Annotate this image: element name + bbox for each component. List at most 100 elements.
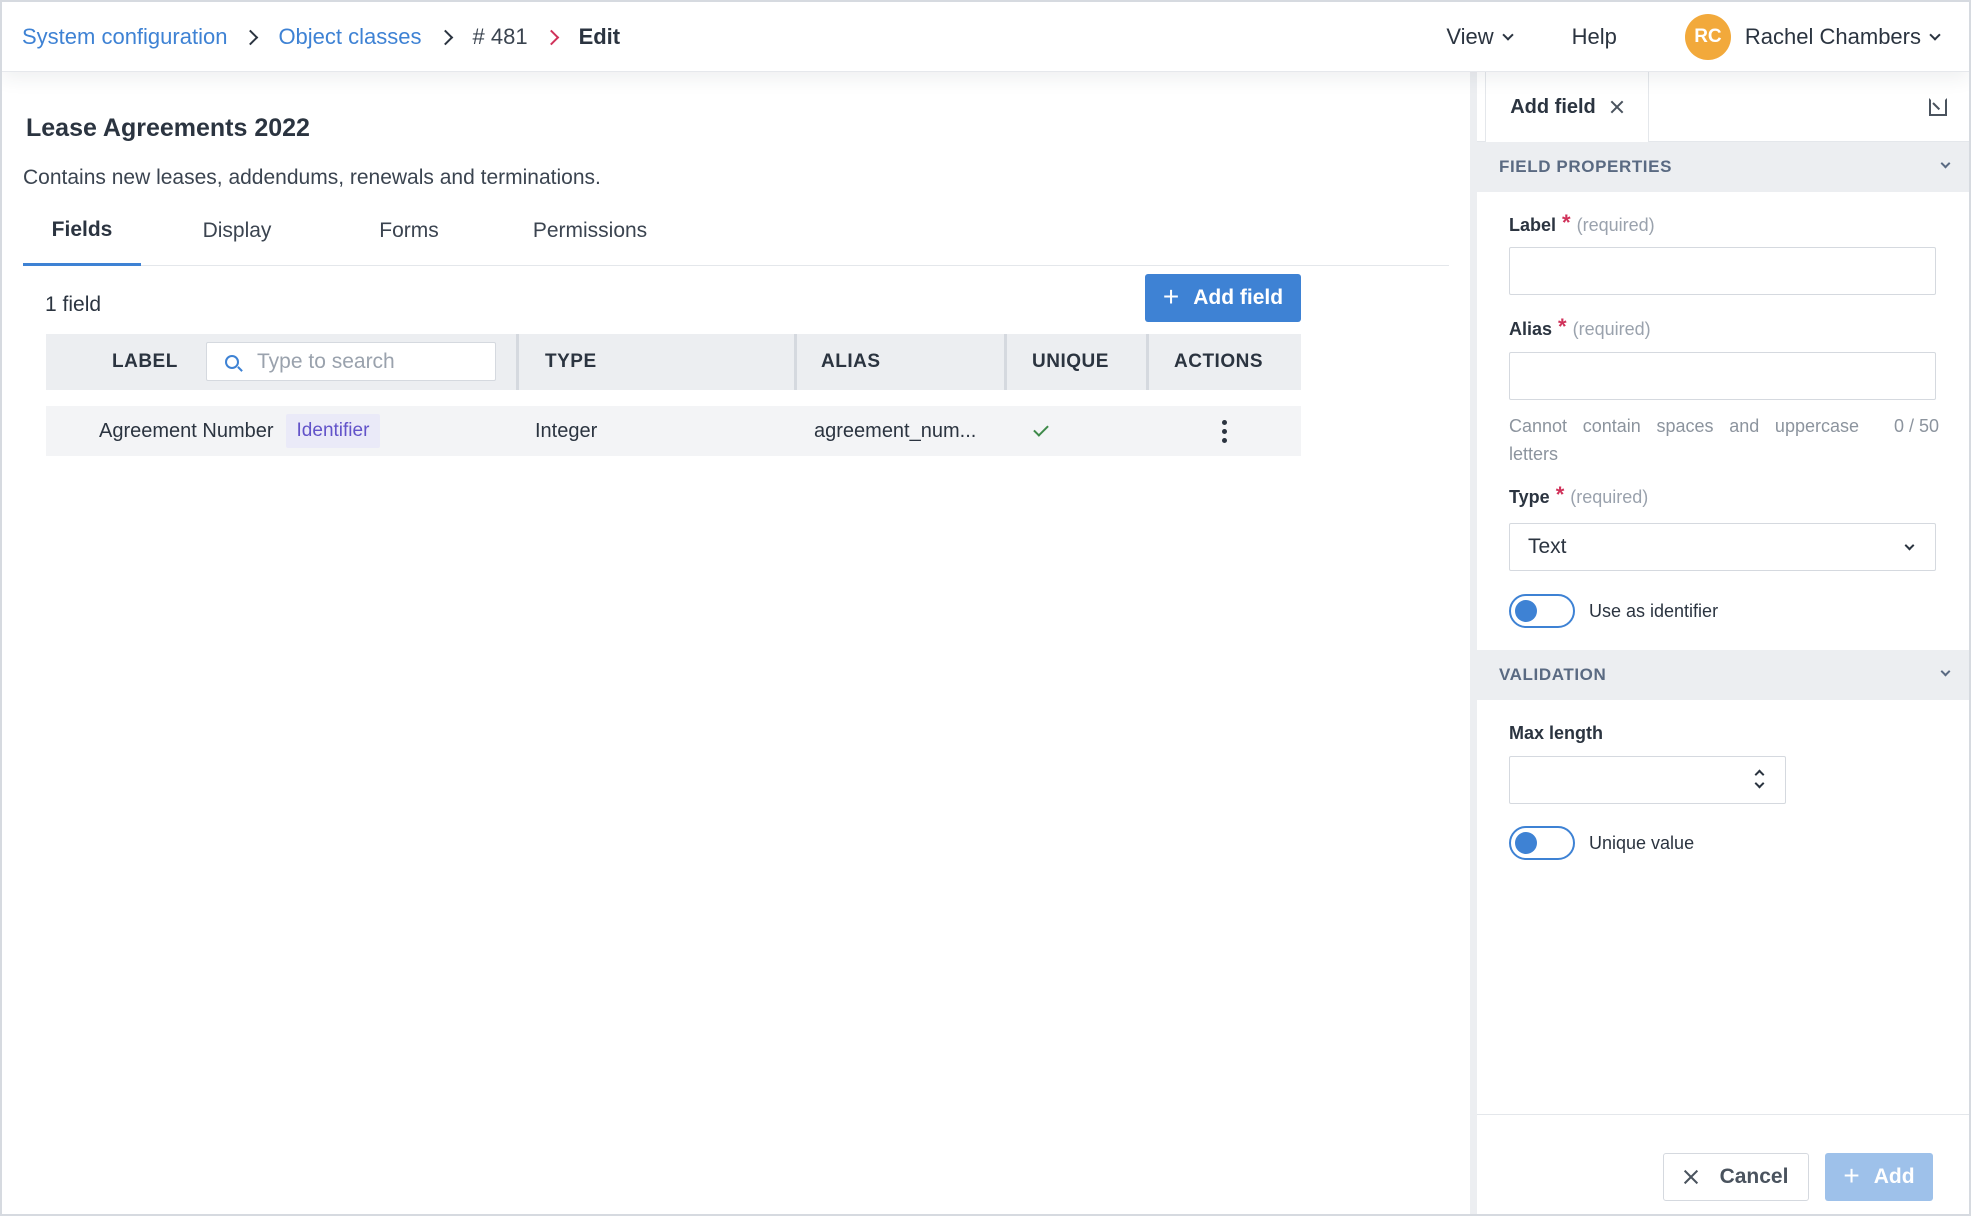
row-label-cell: Agreement Number Identifier (99, 406, 381, 456)
chevron-right-icon (543, 29, 559, 45)
add-field-button-label: Add field (1193, 286, 1284, 309)
type-select-value: Text (1528, 535, 1567, 558)
search-input[interactable]: Type to search (206, 342, 496, 381)
breadcrumb-object-id[interactable]: # 481 (473, 24, 528, 50)
top-right-menu: View Help RC Rachel Chambers (1446, 2, 1941, 72)
column-actions: ACTIONS (1174, 351, 1263, 372)
validation-heading: VALIDATION (1499, 665, 1607, 684)
max-length-stepper[interactable] (1509, 756, 1786, 804)
chevron-right-icon (437, 29, 453, 45)
add-field-button[interactable]: + Add field (1145, 274, 1301, 322)
chevron-down-icon (1940, 158, 1951, 169)
tab-bar: Fields Display Forms Permissions (23, 196, 1449, 266)
avatar: RC (1684, 14, 1731, 60)
unique-value-row: Unique value (1509, 826, 1694, 860)
table-row[interactable]: Agreement Number Identifier Integer agre… (46, 406, 1301, 456)
chevron-right-icon (243, 29, 259, 45)
required-text: (required) (1572, 318, 1651, 339)
tab-permissions[interactable]: Permissions (485, 196, 695, 266)
breadcrumb-system-configuration[interactable]: System configuration (22, 24, 227, 50)
type-field-label: Type * (required) (1509, 482, 1649, 508)
cancel-button-label: Cancel (1719, 1165, 1789, 1188)
row-label: Agreement Number (99, 419, 274, 442)
chevron-down-icon (1502, 28, 1514, 41)
close-icon (1684, 1170, 1698, 1184)
user-menu[interactable]: RC Rachel Chambers (1684, 14, 1941, 60)
column-divider[interactable] (1004, 334, 1007, 390)
chevron-down-icon[interactable] (1754, 778, 1765, 789)
table-header: LABEL Type to search TYPE ALIAS UNIQUE A… (46, 334, 1301, 390)
row-actions-button[interactable] (1218, 406, 1230, 456)
alias-label-text: Alias (1509, 318, 1553, 339)
use-as-identifier-toggle[interactable] (1509, 594, 1575, 628)
column-label[interactable]: LABEL (112, 334, 178, 390)
column-divider[interactable] (1146, 334, 1149, 390)
field-properties-header[interactable]: FIELD PROPERTIES (1477, 142, 1969, 192)
panel-tab-add-field[interactable]: Add field (1485, 72, 1649, 142)
unique-value-toggle[interactable] (1509, 826, 1575, 860)
add-button[interactable]: + Add (1825, 1153, 1933, 1201)
breadcrumb-object-classes[interactable]: Object classes (278, 24, 421, 50)
expand-icon[interactable] (1929, 98, 1947, 116)
kebab-dot (1221, 437, 1227, 443)
label-input[interactable] (1509, 247, 1936, 295)
column-type[interactable]: TYPE (545, 334, 597, 390)
tab-forms[interactable]: Forms (333, 196, 485, 266)
page-title: Lease Agreements 2022 (26, 114, 310, 142)
chevron-down-icon (1904, 540, 1915, 551)
add-button-label: Add (1873, 1165, 1915, 1188)
required-text: (required) (1576, 214, 1655, 235)
use-as-identifier-label: Use as identifier (1589, 600, 1719, 621)
page-description: Contains new leases, addendums, renewals… (23, 166, 601, 189)
tab-fields[interactable]: Fields (23, 196, 141, 266)
view-menu[interactable]: View (1446, 24, 1514, 50)
type-select[interactable]: Text (1509, 523, 1936, 571)
kebab-dot (1221, 428, 1227, 434)
required-asterisk: * (1562, 210, 1571, 235)
alias-char-counter: 0 / 50 (1893, 416, 1939, 436)
alias-field-label: Alias * (required) (1509, 314, 1651, 340)
tab-display[interactable]: Display (141, 196, 333, 266)
chevron-down-icon (1929, 28, 1941, 41)
validation-header[interactable]: VALIDATION (1477, 650, 1969, 700)
breadcrumb-current: Edit (578, 24, 621, 49)
cancel-button[interactable]: Cancel (1663, 1153, 1809, 1201)
fields-table: LABEL Type to search TYPE ALIAS UNIQUE A… (46, 334, 1301, 456)
identifier-badge: Identifier (285, 414, 381, 448)
use-as-identifier-row: Use as identifier (1509, 594, 1718, 628)
unique-value-label: Unique value (1589, 832, 1695, 853)
label-label-text: Label (1509, 214, 1557, 235)
top-bar: System configuration Object classes # 48… (2, 2, 1969, 72)
close-icon[interactable] (1610, 100, 1624, 114)
row-unique (1033, 406, 1049, 456)
help-link[interactable]: Help (1572, 24, 1617, 50)
alias-hint: Cannot contain spaces and uppercase lett… (1509, 416, 1859, 464)
plus-icon: + (1162, 280, 1180, 312)
view-menu-label: View (1446, 24, 1494, 49)
field-properties-heading: FIELD PROPERTIES (1499, 157, 1673, 176)
required-text: (required) (1570, 486, 1649, 507)
main-content: Lease Agreements 2022 Contains new lease… (2, 72, 1470, 1214)
column-alias[interactable]: ALIAS (821, 334, 881, 390)
column-divider[interactable] (794, 334, 797, 390)
required-asterisk: * (1555, 482, 1565, 507)
column-divider[interactable] (516, 334, 519, 390)
required-asterisk: * (1558, 314, 1567, 339)
breadcrumb: System configuration Object classes # 48… (22, 2, 620, 72)
row-type: Integer (535, 419, 598, 442)
panel-footer: Cancel + Add (1477, 1114, 1969, 1214)
plus-icon: + (1843, 1159, 1860, 1191)
alias-input[interactable] (1509, 352, 1936, 400)
type-label-text: Type (1509, 486, 1550, 507)
max-length-label: Max length (1509, 723, 1604, 743)
field-count: 1 field (45, 293, 102, 316)
user-name: Rachel Chambers (1744, 24, 1921, 49)
kebab-dot (1221, 419, 1227, 425)
check-icon (1033, 421, 1049, 437)
row-alias: agreement_num... (814, 419, 977, 442)
column-unique[interactable]: UNIQUE (1032, 334, 1109, 390)
search-placeholder: Type to search (257, 349, 395, 373)
app-frame: System configuration Object classes # 48… (0, 0, 1971, 1216)
panel-tab-bar: Add field (1477, 72, 1969, 142)
label-field-label: Label * (required) (1509, 210, 1655, 236)
